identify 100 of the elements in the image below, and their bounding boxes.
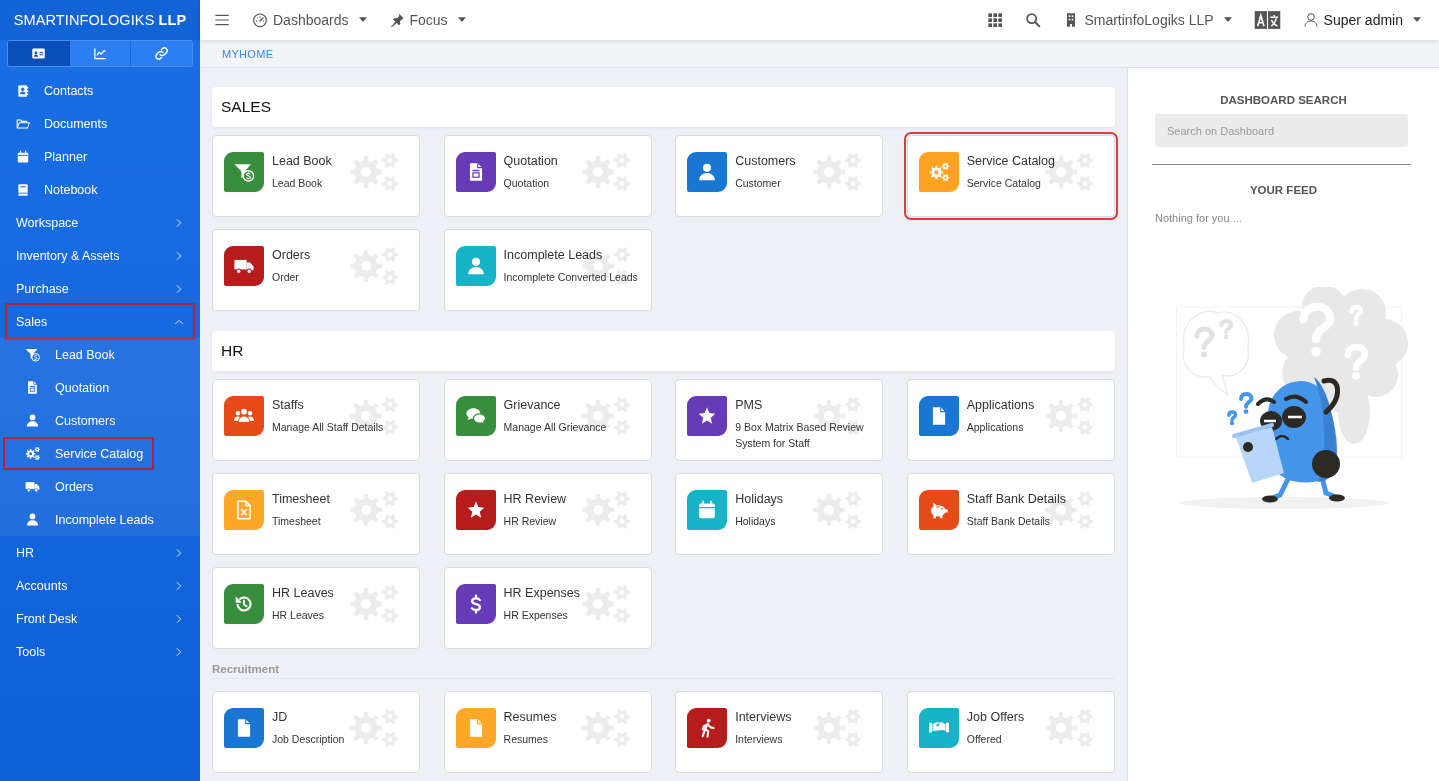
module-card[interactable]: Job Offers Offered: [906, 691, 1115, 773]
card-subtitle: HR Review: [503, 514, 557, 529]
sidebar-menu-label: Tools: [16, 644, 46, 659]
card-title: Resumes: [503, 709, 557, 725]
sidebar-link-label: Contacts: [44, 83, 94, 98]
card-title: Orders: [272, 247, 311, 263]
module-card[interactable]: HR Review HR Review: [443, 473, 652, 555]
module-card[interactable]: Customers Customer: [675, 135, 884, 217]
submenu-item[interactable]: Quotation: [5, 373, 119, 402]
module-card[interactable]: Service Catalog Service Catalog: [906, 135, 1115, 217]
dashboards-menu[interactable]: Dashboards: [246, 5, 373, 35]
sidebar-menu-item[interactable]: HR: [7, 536, 193, 569]
id-card-icon: [30, 46, 46, 61]
card-title: Applications: [966, 397, 1035, 413]
sidebar-menu-label: Sales: [16, 314, 48, 329]
feed-empty-text: Nothing for you ...: [1155, 212, 1242, 224]
sidebar-menu-item[interactable]: Front Desk: [7, 602, 193, 635]
focus-menu[interactable]: Focus: [382, 5, 472, 35]
submenu-item[interactable]: Service Catalog: [5, 439, 153, 468]
sidebar-menu-label: Accounts: [16, 578, 68, 593]
card-subtitle: Applications: [966, 420, 1024, 435]
section-header: SALES: [212, 87, 1115, 127]
sidebar-menu-label: Front Desk: [16, 611, 78, 626]
submenu-item-label: Orders: [55, 479, 94, 494]
calendar-icon: [16, 149, 30, 164]
card-subtitle: HR Expenses: [503, 608, 568, 623]
module-card[interactable]: Lead Book Lead Book: [212, 135, 420, 217]
feed-heading: YOUR FEED: [1249, 183, 1318, 197]
sidebar-link[interactable]: Planner: [7, 140, 193, 173]
module-card[interactable]: Quotation Quotation: [443, 135, 652, 217]
card-title: Incomplete Leads: [503, 247, 603, 263]
user-menu[interactable]: Super admin: [1296, 5, 1427, 35]
card-title: HR Leaves: [272, 585, 334, 601]
section-header: HR: [212, 331, 1115, 371]
card-title: Timesheet: [272, 491, 330, 507]
module-card[interactable]: Orders Order: [212, 229, 420, 311]
module-card[interactable]: PMS 9 Box Matrix Based Review System for Staff: [675, 379, 884, 461]
card-subtitle: Customer: [735, 176, 781, 191]
submenu-item[interactable]: Lead Book: [5, 340, 124, 369]
sidebar-menu-item[interactable]: Inventory & Assets: [7, 239, 193, 272]
sidebar-link-label: Planner: [44, 149, 88, 164]
submenu-item-label: Customers: [55, 413, 116, 428]
submenu-item-label: Service Catalog: [55, 446, 144, 461]
contact-book-icon: [16, 83, 30, 98]
search-icon: [1025, 12, 1042, 28]
submenu-item[interactable]: Customers: [5, 406, 125, 435]
sidebar-menu-label: Purchase: [16, 281, 69, 296]
brand-title: SMARTINFOLOGIKS LLP: [13, 11, 187, 29]
sidebar-link-label: Notebook: [44, 182, 98, 197]
company-menu[interactable]: SmartinfoLogiks LLP: [1057, 5, 1238, 35]
sidebar-menu-label: Inventory & Assets: [16, 248, 120, 263]
card-subtitle: Quotation: [503, 176, 550, 191]
card-title: Holidays: [735, 491, 784, 507]
module-card[interactable]: HR Expenses HR Expenses: [443, 567, 652, 649]
sidebar-menu-item[interactable]: Sales: [7, 305, 193, 338]
notebook-icon: [16, 182, 30, 197]
module-card[interactable]: Timesheet Timesheet: [212, 473, 420, 555]
module-card[interactable]: Holidays Holidays: [675, 473, 884, 555]
line-chart-icon: [92, 46, 108, 61]
sidebar-link[interactable]: Notebook: [7, 173, 193, 206]
card-subtitle: 9 Box Matrix Based Review System for Staff: [735, 420, 865, 451]
card-title: Job Offers: [966, 709, 1025, 725]
module-card[interactable]: Applications Applications: [906, 379, 1115, 461]
module-card[interactable]: Grievance Manage All Grievance: [443, 379, 652, 461]
module-card[interactable]: Staff Bank Details Staff Bank Details: [906, 473, 1115, 555]
caret-icon: [358, 17, 367, 23]
card-subtitle: Resumes: [503, 732, 548, 747]
module-card[interactable]: Incomplete Leads Incomplete Converted Leads: [443, 229, 652, 311]
folder-icon: [16, 116, 30, 131]
sidebar-tab[interactable]: [131, 41, 192, 66]
sidebar-menu-item[interactable]: Purchase: [7, 272, 193, 305]
card-subtitle: HR Leaves: [272, 608, 324, 623]
sidebar-link[interactable]: Contacts: [7, 74, 193, 107]
sidebar-menu-label: HR: [16, 545, 35, 560]
module-card[interactable]: HR Leaves HR Leaves: [212, 567, 420, 649]
card-subtitle: Incomplete Converted Leads: [503, 270, 638, 285]
module-card[interactable]: Resumes Resumes: [443, 691, 652, 773]
card-subtitle: Lead Book: [272, 176, 323, 191]
translate-icon: [1253, 10, 1281, 30]
submenu-item[interactable]: Orders: [5, 472, 103, 501]
card-title: Service Catalog: [966, 153, 1056, 169]
search-heading: DASHBOARD SEARCH: [1220, 93, 1347, 107]
card-title: Grievance: [503, 397, 561, 413]
module-card[interactable]: Interviews Interviews: [675, 691, 884, 773]
module-card[interactable]: Staffs Manage All Staff Details: [212, 379, 420, 461]
dashboard-search-field[interactable]: Search on Dashboard: [1155, 114, 1408, 147]
sidebar-tab[interactable]: [69, 41, 132, 66]
sidebar-menu-item[interactable]: Tools: [7, 635, 193, 668]
card-title: PMS: [735, 397, 763, 413]
sidebar-menu-item[interactable]: Workspace: [7, 206, 193, 239]
module-card[interactable]: JD Job Description: [212, 691, 420, 773]
card-title: JD: [272, 709, 288, 725]
gears-icon: [24, 446, 41, 461]
submenu-item[interactable]: Incomplete Leads: [5, 505, 163, 534]
sidebar-menu-item[interactable]: Accounts: [7, 569, 193, 602]
user-icon: [24, 512, 41, 527]
caret-icon: [1223, 17, 1232, 23]
sidebar-link[interactable]: Documents: [7, 107, 193, 140]
sidebar-tab[interactable]: [8, 41, 70, 66]
submenu-item-label: Incomplete Leads: [55, 512, 154, 527]
